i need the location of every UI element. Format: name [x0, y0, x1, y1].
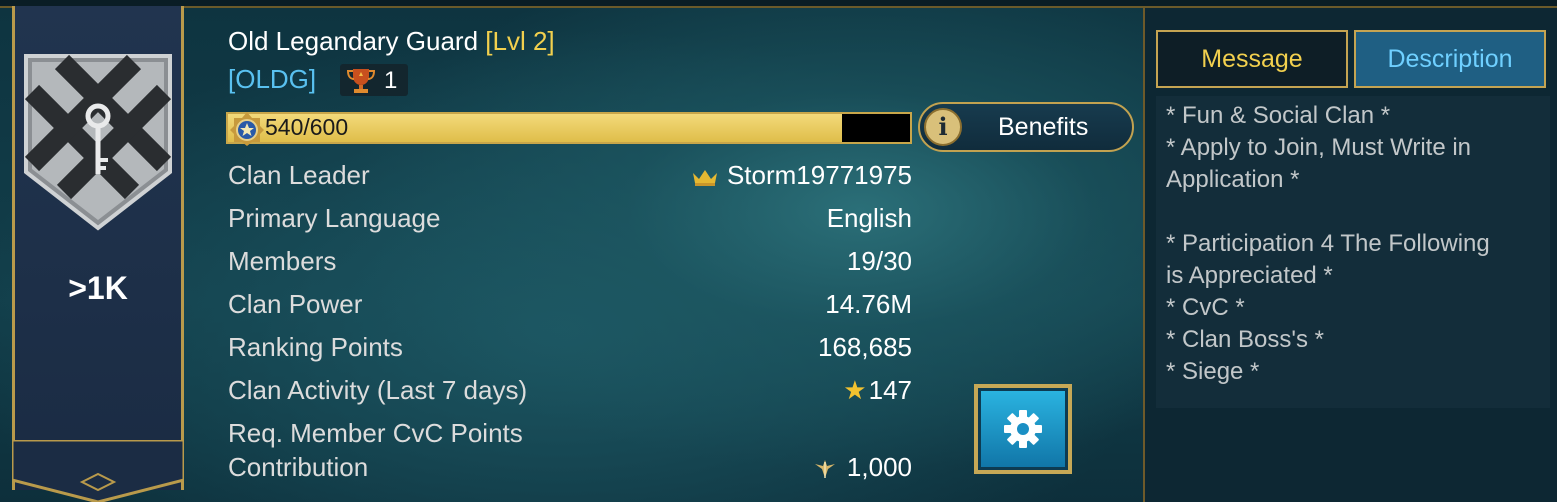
clan-emblem-icon[interactable]	[22, 52, 174, 232]
clan-level-badge-icon	[230, 112, 264, 146]
description-line: * Apply to Join, Must Write in	[1166, 134, 1472, 161]
clan-tag: [OLDG]	[228, 64, 317, 94]
banner-tail	[12, 440, 184, 502]
stat-label-cvc-points: Req. Member CvC Points	[228, 418, 523, 448]
stat-value-cvc-points: 1,000	[813, 452, 912, 483]
stat-label-clan-activity: Clan Activity (Last 7 days)	[228, 375, 528, 405]
description-line: is Appreciated *	[1166, 262, 1333, 289]
clan-description: * Fun & Social Clan * * Apply to Join, M…	[1156, 96, 1550, 408]
stat-label-clan-power: Clan Power	[228, 289, 363, 319]
benefits-label: Benefits	[998, 113, 1089, 141]
clan-level: [Lvl 2]	[485, 26, 555, 56]
trophy-count: 1	[384, 67, 398, 94]
description-line	[1166, 196, 1540, 228]
stat-value-ranking-points: 168,685	[818, 332, 912, 362]
clan-name: Old Legandary Guard [Lvl 2]	[228, 26, 555, 57]
crown-icon	[692, 170, 717, 187]
trophy-counter: 1	[340, 64, 408, 96]
stat-label-cvc-points-line2: Contribution	[228, 452, 369, 482]
stat-label-primary-language: Primary Language	[228, 203, 441, 233]
clan-name-text: Old Legandary Guard	[228, 26, 479, 56]
stat-value-primary-language: English	[826, 203, 912, 233]
benefits-button[interactable]: i Benefits	[918, 102, 1134, 152]
stat-value-clan-activity: ★147	[843, 375, 912, 406]
clan-activity-value: 147	[868, 375, 912, 405]
description-line: * Participation 4 The Following	[1166, 230, 1490, 257]
description-line: * CvC *	[1166, 294, 1245, 321]
stat-value-members: 19/30	[846, 246, 912, 276]
stat-label-members: Members	[228, 246, 337, 276]
description-line: * Clan Boss's *	[1166, 326, 1324, 353]
settings-button[interactable]	[974, 384, 1072, 474]
stat-label-ranking-points: Ranking Points	[228, 332, 403, 362]
trophy-icon	[346, 69, 376, 93]
stat-value-clan-power: 14.76M	[825, 289, 912, 319]
star-icon: ★	[843, 375, 867, 405]
tab-message[interactable]: Message	[1156, 30, 1348, 88]
description-line: Application *	[1166, 166, 1300, 193]
tab-description[interactable]: Description	[1354, 30, 1546, 88]
description-line: * Siege *	[1166, 358, 1260, 385]
stat-value-clan-leader[interactable]: Storm19771975	[691, 160, 912, 191]
settings-button-face	[978, 388, 1068, 470]
clan-rank-badge: >1K	[68, 270, 128, 306]
top-border	[0, 0, 1557, 8]
stat-label-clan-leader: Clan Leader	[228, 160, 370, 190]
gear-icon	[1004, 410, 1042, 448]
description-line: * Fun & Social Clan *	[1166, 102, 1391, 129]
cvc-points-value: 1,000	[846, 452, 912, 482]
cvc-points-icon	[814, 460, 835, 479]
xp-progress-text: 540/600	[265, 114, 349, 140]
info-icon: i	[924, 108, 962, 146]
clan-leader-name: Storm19771975	[726, 160, 912, 190]
